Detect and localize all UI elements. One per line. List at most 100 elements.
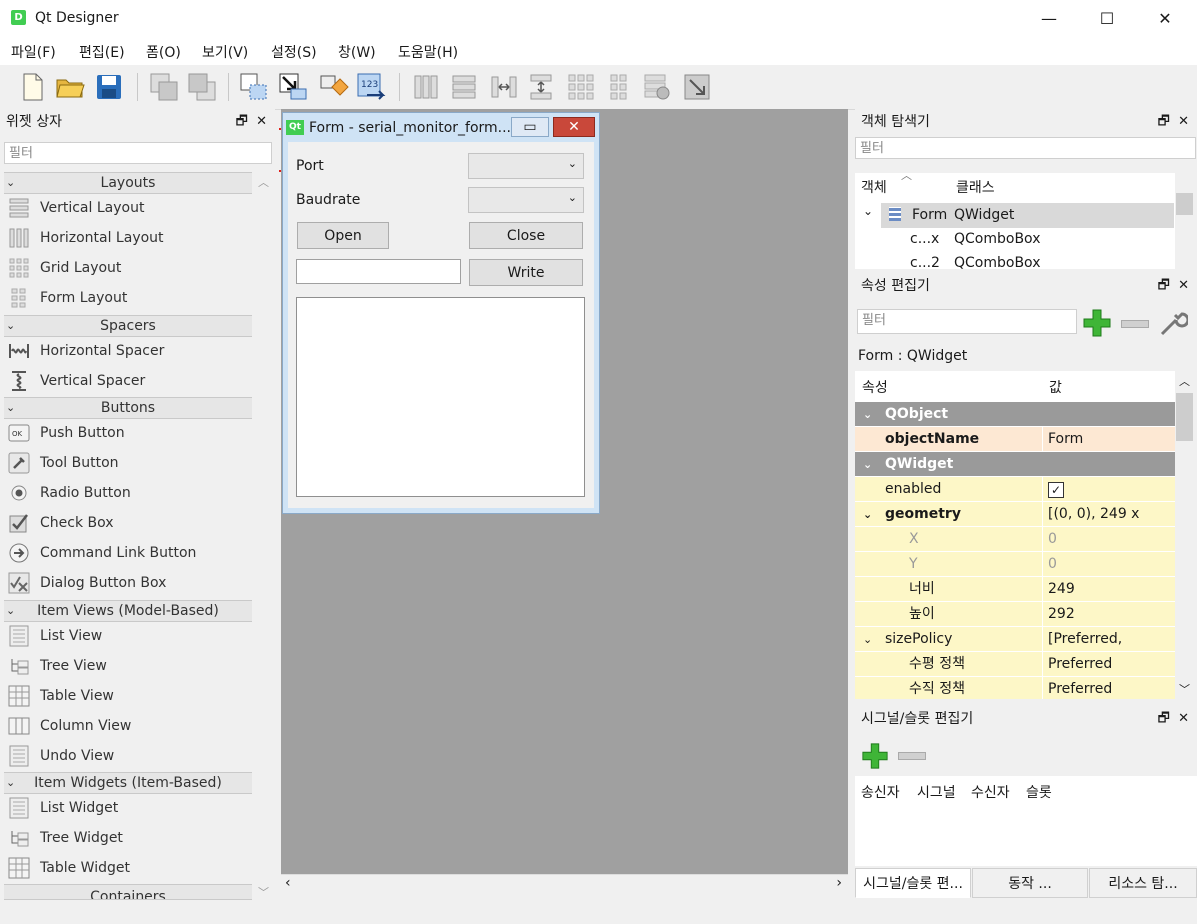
property-row-sizepolicy[interactable]: ⌄sizePolicy[Preferred, Prefe... <box>855 627 1175 672</box>
float-icon[interactable]: 🗗 <box>1158 711 1170 726</box>
column-header-signal[interactable]: 시그널 <box>917 782 956 802</box>
edit-tab-order-icon[interactable]: 123 <box>355 71 387 103</box>
adjust-size-icon[interactable] <box>681 71 713 103</box>
form-window[interactable]: Qt Form - serial_monitor_form... ▭ ✕ Por… <box>282 112 600 514</box>
widget-column-view[interactable]: Column View <box>8 711 248 741</box>
scroll-down-icon[interactable]: ﹀ <box>1179 681 1190 697</box>
category-item-widgets[interactable]: ⌄ Item Widgets (Item-Based) <box>4 772 252 794</box>
category-buttons[interactable]: ⌄ Buttons <box>4 397 252 419</box>
property-table-scrollbar[interactable]: ︿ ﹀ <box>1176 371 1193 699</box>
close-icon[interactable]: ✕ <box>1178 114 1189 129</box>
close-icon[interactable]: ✕ <box>1178 278 1189 293</box>
property-row-enabled[interactable]: enabled ✓ <box>855 477 1175 502</box>
tab-action-editor[interactable]: 동작 ... <box>972 868 1088 898</box>
widget-list-widget[interactable]: List Widget <box>8 793 248 823</box>
property-value[interactable]: 292 <box>1048 602 1075 627</box>
property-row-objectname[interactable]: objectName Form <box>855 427 1175 452</box>
design-area-horizontal-scrollbar[interactable]: ‹ › <box>281 874 848 895</box>
form-minimize-button[interactable]: ▭ <box>511 117 549 137</box>
property-filter-input[interactable]: 필터 <box>857 309 1077 334</box>
edit-buddies-icon[interactable] <box>318 71 350 103</box>
new-file-icon[interactable] <box>16 71 48 103</box>
menu-form[interactable]: 폼(O) <box>146 42 181 62</box>
menu-window[interactable]: 창(W) <box>338 42 376 62</box>
widget-undo-view[interactable]: Undo View <box>8 741 248 771</box>
chevron-down-icon[interactable]: ⌄ <box>863 627 872 652</box>
chevron-down-icon[interactable]: ⌄ <box>863 204 873 218</box>
form-close-button[interactable]: ✕ <box>553 117 595 137</box>
object-inspector-filter-input[interactable]: 필터 <box>855 137 1196 159</box>
property-row-horizontal-policy[interactable]: 수평 정책 Preferred <box>855 652 1175 677</box>
minimize-button[interactable]: — <box>1026 0 1072 38</box>
baudrate-combobox[interactable]: ⌄ <box>468 187 584 213</box>
float-icon[interactable]: 🗗 <box>1158 114 1170 129</box>
scroll-thumb[interactable] <box>1176 193 1193 215</box>
menu-file[interactable]: 파일(F) <box>11 42 56 62</box>
widget-form-layout[interactable]: Form Layout <box>8 283 248 313</box>
tab-resource-browser[interactable]: 리소스 탐... <box>1089 868 1197 898</box>
lay-out-vertically-icon[interactable] <box>448 71 480 103</box>
widget-command-link-button[interactable]: Command Link Button <box>8 538 248 568</box>
scroll-left-icon[interactable]: ‹ <box>285 875 291 891</box>
property-row-vertical-policy[interactable]: 수직 정책 Preferred <box>855 677 1175 699</box>
widget-tool-button[interactable]: Tool Button <box>8 448 248 478</box>
widget-vertical-spacer[interactable]: Vertical Spacer <box>8 366 248 396</box>
widget-box-scrollbar[interactable]: ︿ ﹀ <box>255 172 272 902</box>
write-text-input[interactable] <box>296 259 461 284</box>
menu-help[interactable]: 도움말(H) <box>398 42 458 62</box>
widget-horizontal-spacer[interactable]: Horizontal Spacer <box>8 336 248 366</box>
write-button[interactable]: Write <box>469 259 583 286</box>
grid-layout-icon[interactable] <box>565 71 597 103</box>
category-containers[interactable]: Containers <box>4 884 252 900</box>
category-spacers[interactable]: ⌄ Spacers <box>4 315 252 337</box>
column-header-slot[interactable]: 슬롯 <box>1026 782 1052 802</box>
scroll-up-icon[interactable]: ︿ <box>258 174 269 190</box>
add-connection-icon[interactable] <box>861 742 889 770</box>
form-layout-icon[interactable] <box>604 71 636 103</box>
chevron-down-icon[interactable]: ⌄ <box>863 502 872 527</box>
enabled-checkbox[interactable]: ✓ <box>1048 482 1064 498</box>
property-value[interactable]: 0 <box>1048 552 1057 577</box>
close-button[interactable]: ✕ <box>1142 0 1188 38</box>
close-port-button[interactable]: Close <box>469 222 583 249</box>
send-to-back-icon[interactable] <box>148 71 180 103</box>
float-icon[interactable]: 🗗 <box>1158 278 1170 293</box>
property-value[interactable]: Form <box>1048 427 1083 452</box>
break-layout-icon[interactable] <box>641 71 673 103</box>
column-header-sender[interactable]: 송신자 <box>861 782 900 802</box>
widget-radio-button[interactable]: Radio Button <box>8 478 248 508</box>
maximize-button[interactable]: ☐ <box>1084 0 1130 38</box>
close-icon[interactable]: ✕ <box>1178 711 1189 726</box>
configure-wrench-icon[interactable] <box>1158 308 1188 338</box>
widget-dialog-button-box[interactable]: Dialog Button Box <box>8 568 248 598</box>
column-header-class[interactable]: 클래스 <box>956 177 995 197</box>
column-header-property[interactable]: 속성 <box>862 377 888 397</box>
scroll-down-icon[interactable]: ﹀ <box>258 884 269 900</box>
output-text-area[interactable] <box>296 297 585 497</box>
property-value[interactable]: 249 <box>1048 577 1075 602</box>
column-header-value[interactable]: 값 <box>1049 377 1062 397</box>
property-value[interactable]: Preferred <box>1048 652 1112 677</box>
widget-grid-layout[interactable]: Grid Layout <box>8 253 248 283</box>
save-icon[interactable] <box>93 71 125 103</box>
column-header-object[interactable]: 객체 <box>861 177 887 197</box>
lay-out-horizontally-icon[interactable] <box>410 71 442 103</box>
property-table[interactable]: 속성 값 ⌄ QObject objectName Form ⌄ QWidget en… <box>855 371 1175 699</box>
close-icon[interactable]: ✕ <box>256 114 267 129</box>
widget-tree-widget[interactable]: Tree Widget <box>8 823 248 853</box>
property-row-geometry[interactable]: ⌄geometry[(0, 0), 249 x 292] <box>855 502 1175 547</box>
widget-tree-view[interactable]: Tree View <box>8 651 248 681</box>
splitter-horizontal-icon[interactable] <box>488 71 520 103</box>
menu-settings[interactable]: 설정(S) <box>271 42 317 62</box>
property-value[interactable]: 0 <box>1048 527 1057 552</box>
property-row-width[interactable]: 너비 249 <box>855 577 1175 602</box>
property-row-y[interactable]: Y0 <box>855 552 1175 577</box>
object-tree-scrollbar[interactable] <box>1176 173 1193 269</box>
scroll-up-icon[interactable]: ︿ <box>1179 373 1190 389</box>
tab-signal-slot-editor[interactable]: 시그널/슬롯 편... <box>855 868 971 898</box>
bring-to-front-icon[interactable] <box>186 71 218 103</box>
property-group-qobject[interactable]: ⌄ QObject <box>855 402 1175 427</box>
object-tree[interactable]: 객체 ︿ 클래스 ⌄ Form QWidget c...x QComboBox … <box>855 169 1175 269</box>
add-property-icon[interactable] <box>1082 308 1112 338</box>
widget-horizontal-layout[interactable]: Horizontal Layout <box>8 223 248 253</box>
